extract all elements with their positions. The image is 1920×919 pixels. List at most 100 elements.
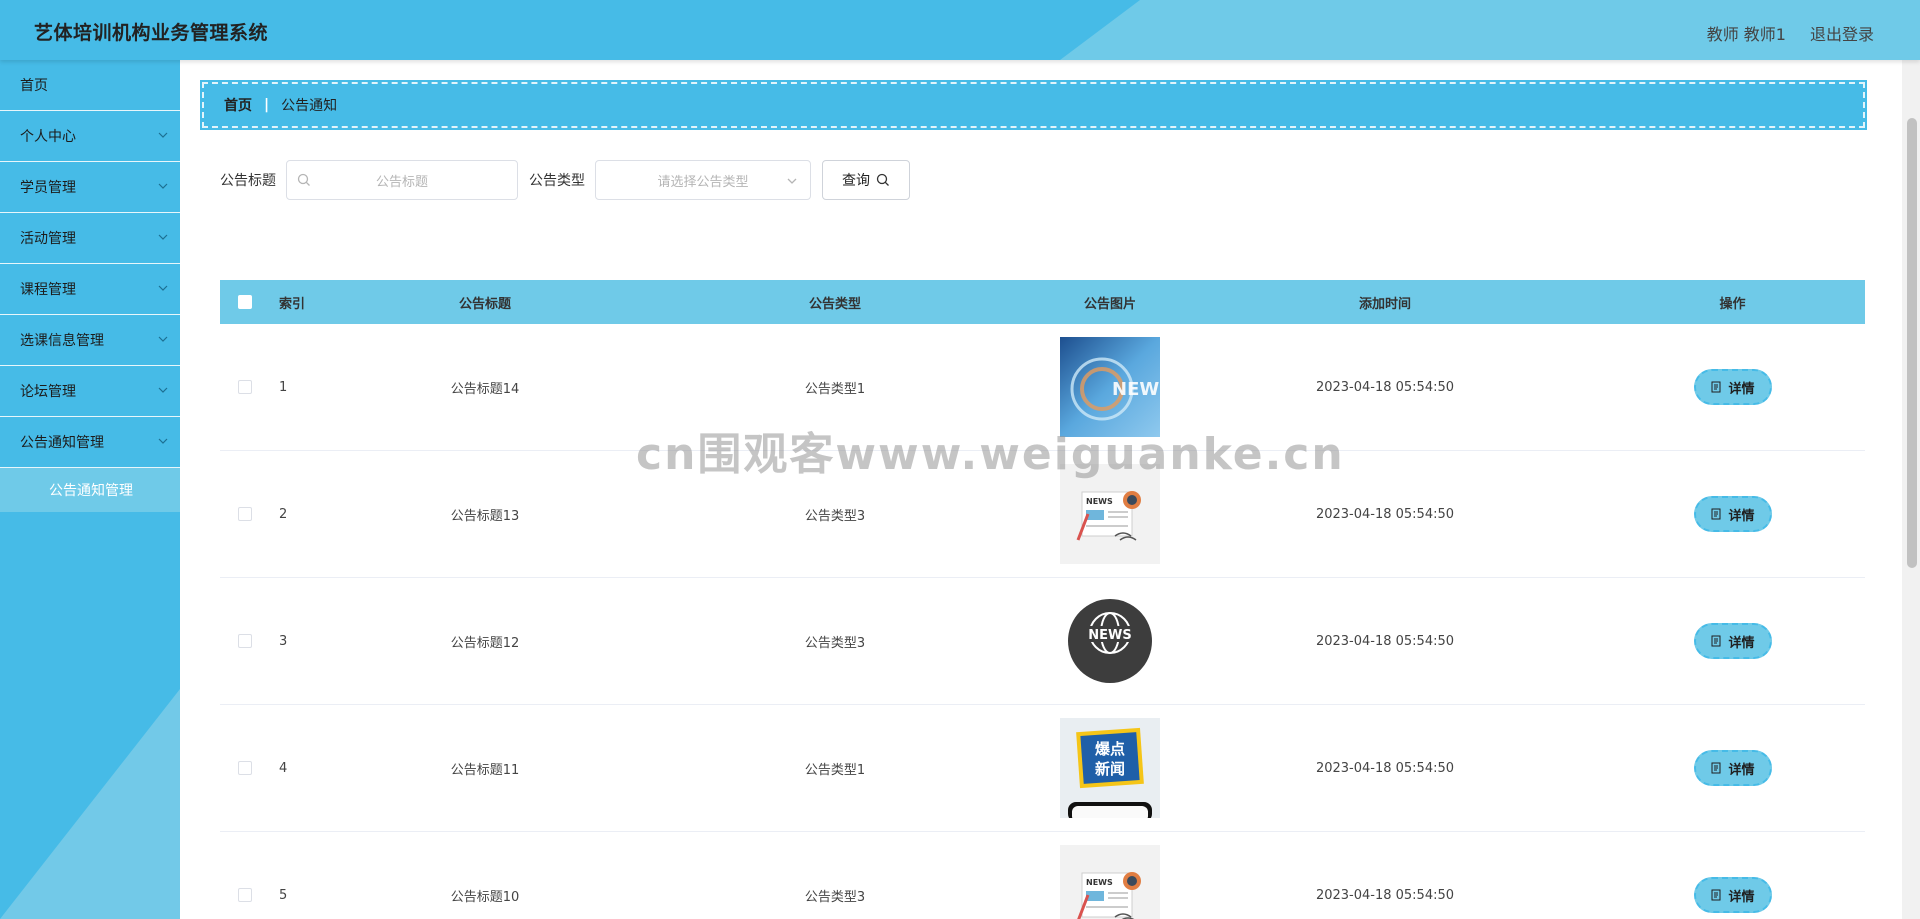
scrollbar-track[interactable] <box>1902 60 1920 919</box>
row-type: 公告类型1 <box>804 762 866 778</box>
row-checkbox[interactable] <box>238 888 252 902</box>
row-time: 2023-04-18 05:54:50 <box>1315 887 1455 903</box>
row-checkbox[interactable] <box>238 507 252 521</box>
row-title: 公告标题14 <box>450 381 520 397</box>
sidebar-item-label: 选课信息管理 <box>20 333 104 349</box>
sidebar-item-activity-management[interactable]: 活动管理 <box>0 213 180 264</box>
sidebar-item-personal-center[interactable]: 个人中心 <box>0 111 180 162</box>
chevron-up-icon <box>158 438 168 444</box>
svg-text:新闻: 新闻 <box>1095 760 1125 778</box>
title-search-input[interactable]: 公告标题 <box>286 160 518 200</box>
document-icon <box>1711 762 1721 774</box>
chevron-down-icon <box>158 183 168 189</box>
notice-thumbnail[interactable]: 爆点 新闻 <box>1060 718 1160 818</box>
type-select[interactable]: 请选择公告类型 <box>595 160 811 200</box>
query-button-label: 查询 <box>842 173 870 189</box>
sidebar: 首页 个人中心 学员管理 活动管理 课程管理 选课信息管理 论坛管理 公告通知管… <box>0 60 180 919</box>
table-row: 2 公告标题13 公告类型3 NEWS 2023-04-18 05:54:50 … <box>220 451 1865 578</box>
row-index: 4 <box>279 760 288 776</box>
table-row: 1 公告标题14 公告类型1 NEWS 2023-04-18 05:54:50 … <box>220 324 1865 451</box>
detail-button[interactable]: 详情 <box>1693 496 1772 532</box>
document-icon <box>1711 381 1721 393</box>
breadcrumb-separator: | <box>264 97 270 113</box>
detail-button-label: 详情 <box>1728 762 1755 778</box>
row-time: 2023-04-18 05:54:50 <box>1315 760 1455 776</box>
app-title: 艺体培训机构业务管理系统 <box>34 22 269 44</box>
row-index: 1 <box>279 379 288 395</box>
svg-text:NEWS: NEWS <box>1086 878 1113 887</box>
detail-button-label: 详情 <box>1728 635 1755 651</box>
svg-text:NEWS: NEWS <box>1086 497 1113 506</box>
detail-button-label: 详情 <box>1728 889 1755 905</box>
header-decoration <box>1060 0 1920 60</box>
logout-link[interactable]: 退出登录 <box>1810 21 1874 45</box>
sidebar-item-label: 首页 <box>20 78 48 94</box>
sidebar-item-notice-management[interactable]: 公告通知管理 <box>0 417 180 468</box>
row-title: 公告标题10 <box>450 889 520 905</box>
sidebar-item-home[interactable]: 首页 <box>0 60 180 111</box>
chevron-down-icon <box>158 234 168 240</box>
row-title: 公告标题12 <box>450 635 520 651</box>
row-type: 公告类型3 <box>804 508 866 524</box>
search-icon <box>876 173 889 186</box>
svg-text:爆点: 爆点 <box>1095 740 1125 758</box>
table-row: 4 公告标题11 公告类型1 爆点 新闻 2023-04-18 05:54:50 <box>220 705 1865 832</box>
sidebar-subitem-notice-management[interactable]: 公告通知管理 <box>0 468 180 512</box>
breadcrumb-current: 公告通知 <box>281 98 338 114</box>
notice-table: 索引 公告标题 公告类型 公告图片 添加时间 操作 1 公告标题14 公告类型1… <box>220 280 1865 919</box>
sidebar-item-label: 论坛管理 <box>20 384 76 400</box>
sidebar-item-course-management[interactable]: 课程管理 <box>0 264 180 315</box>
chevron-down-icon <box>158 336 168 342</box>
title-search-placeholder: 公告标题 <box>375 174 428 190</box>
row-index: 2 <box>279 506 288 522</box>
row-checkbox[interactable] <box>238 634 252 648</box>
row-index: 5 <box>279 887 288 903</box>
header-time: 添加时间 <box>1358 296 1411 312</box>
svg-text:NEWS: NEWS <box>1088 628 1131 643</box>
detail-button-label: 详情 <box>1728 508 1755 524</box>
notice-thumbnail[interactable]: NEWS <box>1060 337 1160 437</box>
detail-button[interactable]: 详情 <box>1693 369 1772 405</box>
query-button[interactable]: 查询 <box>822 160 910 200</box>
document-icon <box>1711 508 1721 520</box>
sidebar-item-label: 公告通知管理 <box>20 435 104 451</box>
header-image: 公告图片 <box>1083 296 1136 312</box>
select-all-checkbox[interactable] <box>238 295 252 309</box>
search-icon <box>297 173 310 186</box>
chevron-down-icon <box>787 178 797 184</box>
notice-thumbnail[interactable]: NEWS <box>1060 591 1160 691</box>
breadcrumb-home-link[interactable]: 首页 <box>224 95 252 115</box>
chevron-down-icon <box>158 132 168 138</box>
sidebar-item-forum-management[interactable]: 论坛管理 <box>0 366 180 417</box>
detail-button[interactable]: 详情 <box>1693 750 1772 786</box>
row-title: 公告标题13 <box>450 508 520 524</box>
sidebar-item-enrollment-management[interactable]: 选课信息管理 <box>0 315 180 366</box>
header-action: 操作 <box>1719 296 1746 312</box>
row-index: 3 <box>279 633 288 649</box>
chevron-down-icon <box>158 387 168 393</box>
row-checkbox[interactable] <box>238 761 252 775</box>
table-row: 5 公告标题10 公告类型3 NEWS 2023-04-18 05:54:50 … <box>220 832 1865 919</box>
current-user: 教师 教师1 <box>1706 25 1786 44</box>
type-select-placeholder: 请选择公告类型 <box>657 174 749 190</box>
sidebar-item-student-management[interactable]: 学员管理 <box>0 162 180 213</box>
main-content: 首页 | 公告通知 公告标题 公告标题 公告类型 请选择公告类型 查询 索引 公… <box>180 60 1902 919</box>
chevron-down-icon <box>158 285 168 291</box>
title-search-label: 公告标题 <box>220 173 276 189</box>
sidebar-item-label: 课程管理 <box>20 282 76 298</box>
detail-button[interactable]: 详情 <box>1693 877 1772 913</box>
row-title: 公告标题11 <box>450 762 520 778</box>
row-checkbox[interactable] <box>238 380 252 394</box>
table-header: 索引 公告标题 公告类型 公告图片 添加时间 操作 <box>220 280 1865 324</box>
notice-thumbnail[interactable]: NEWS <box>1060 845 1160 919</box>
sidebar-item-label: 活动管理 <box>20 231 76 247</box>
row-type: 公告类型1 <box>804 381 866 397</box>
scrollbar-thumb[interactable] <box>1907 118 1917 568</box>
row-type: 公告类型3 <box>804 889 866 905</box>
notice-thumbnail[interactable]: NEWS <box>1060 464 1160 564</box>
app-header: 艺体培训机构业务管理系统 教师 教师1 退出登录 <box>0 0 1920 60</box>
detail-button-label: 详情 <box>1728 381 1755 397</box>
document-icon <box>1711 889 1721 901</box>
detail-button[interactable]: 详情 <box>1693 623 1772 659</box>
header-type: 公告类型 <box>808 296 861 312</box>
